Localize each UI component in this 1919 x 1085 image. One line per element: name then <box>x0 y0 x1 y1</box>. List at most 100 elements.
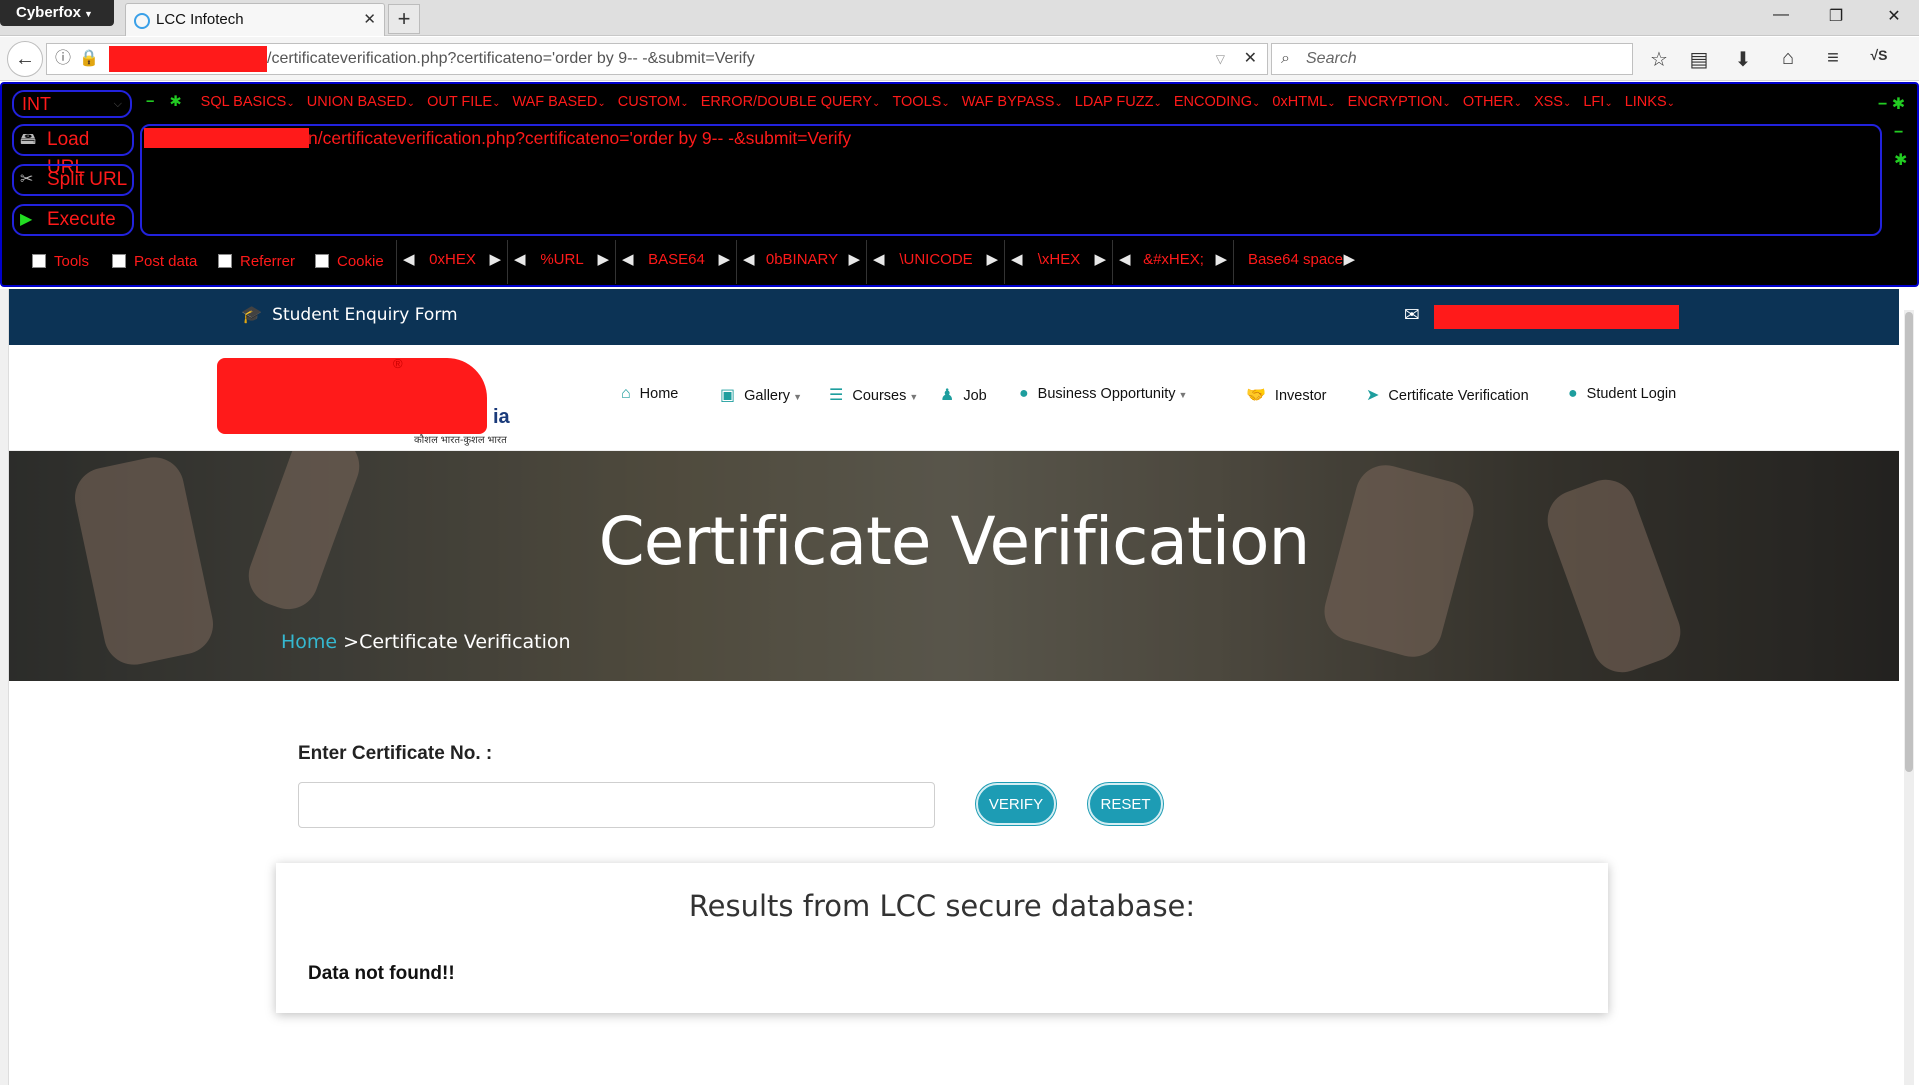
bookmark-star-icon[interactable]: ☆ <box>1644 47 1674 72</box>
stop-icon[interactable]: ✕ <box>1244 44 1257 74</box>
hackbar-menu-item[interactable]: ERROR/DOUBLE QUERY <box>701 94 872 110</box>
chevron-down-icon: ⌄ <box>941 98 950 109</box>
browser-tab[interactable]: LCC Infotech ✕ <box>125 3 385 36</box>
info-icon[interactable]: ⓘ <box>55 44 71 74</box>
verify-button[interactable]: VERIFY <box>976 783 1056 825</box>
site-header: ® ia कौशल भारत-कुशल भारत ⌂ Home ▣ Gallery ▼… <box>9 345 1899 451</box>
page-title: Certificate Verification <box>598 503 1311 580</box>
breadcrumb-home[interactable]: Home <box>281 631 337 653</box>
option-cookie[interactable]: Cookie <box>315 253 384 270</box>
encode-arrow-icon[interactable]: ▶ <box>848 240 860 280</box>
int-select[interactable]: INT ⌵ <box>12 90 132 118</box>
split-icon: ✂ <box>20 171 34 188</box>
nav-label: Job <box>963 388 987 404</box>
hackbar-side-minus-icon[interactable]: − <box>1894 124 1903 142</box>
checkbox[interactable] <box>112 254 126 268</box>
load-icon: 🖴 <box>20 131 37 148</box>
chevron-down-icon: ⌄ <box>1153 98 1162 109</box>
handshake-icon: 🤝 <box>1246 387 1266 404</box>
restore-icon[interactable]: ❐ <box>1816 6 1856 26</box>
top-strip: 🎓 Student Enquiry Form ✉ <box>9 289 1899 345</box>
encode-arrow-icon[interactable]: ▶ <box>1343 240 1355 280</box>
script-toggle-icon[interactable]: √S <box>1864 47 1894 63</box>
option-referrer[interactable]: Referrer <box>218 253 295 270</box>
collapse-icon[interactable]: − <box>146 94 154 110</box>
nav-business-opportunity[interactable]: ● Business Opportunity ▼ <box>1019 385 1187 403</box>
option-post-data[interactable]: Post data <box>112 253 197 270</box>
registered-mark: ® <box>393 356 403 371</box>
nav-job[interactable]: ♟ Job <box>940 385 987 405</box>
load-url-button[interactable]: 🖴 Load URL <box>12 124 134 178</box>
nav-home[interactable]: ⌂ Home <box>621 385 678 403</box>
new-tab-button[interactable]: + <box>388 4 420 34</box>
chevron-down-icon: ⌄ <box>872 98 881 109</box>
menu-icon[interactable]: ≡ <box>1818 47 1848 70</box>
enquiry-link[interactable]: 🎓 Student Enquiry Form <box>241 305 458 325</box>
nav-gallery[interactable]: ▣ Gallery ▼ <box>720 385 802 405</box>
download-icon[interactable]: ⬇ <box>1728 47 1758 72</box>
nav-label: Business Opportunity <box>1037 386 1176 402</box>
url-dropdown-icon[interactable]: ▽ <box>1216 44 1225 74</box>
hackbar-menu-item[interactable]: XSS <box>1534 94 1563 110</box>
hackbar-menu-item[interactable]: TOOLS <box>892 94 941 110</box>
expand-icon[interactable]: ✱ <box>169 94 181 110</box>
hackbar-menu-item[interactable]: LDAP FUZZ <box>1075 94 1154 110</box>
checkbox[interactable] <box>32 254 46 268</box>
search-input[interactable]: ⌕ Search <box>1271 43 1633 75</box>
scrollbar[interactable] <box>1904 310 1914 1085</box>
encoder-group: ◀ %URL ▶ <box>507 240 615 284</box>
hackbar-menu-item[interactable]: 0xHTML <box>1272 94 1327 110</box>
home-icon[interactable]: ⌂ <box>1773 47 1803 70</box>
split-url-button[interactable]: ✂ Split URL <box>12 164 134 196</box>
nav-certificate-verification[interactable]: ➤ Certificate Verification <box>1366 385 1529 405</box>
logo[interactable]: ® ia कौशल भारत-कुशल भारत <box>217 356 517 446</box>
caret-down-icon: ▼ <box>909 392 919 402</box>
back-icon[interactable]: ← <box>7 41 43 77</box>
chevron-down-icon: ⌄ <box>1666 98 1676 109</box>
breadcrumb-separator: > <box>337 631 360 653</box>
url-bar[interactable]: ⓘ 🔒 /certificateverification.php?certifi… <box>46 43 1268 75</box>
hackbar-menu-item[interactable]: WAF BASED <box>512 94 597 110</box>
reset-button[interactable]: RESET <box>1088 783 1163 825</box>
hackbar-menu-item[interactable]: ENCODING <box>1174 94 1252 110</box>
scrollbar-thumb[interactable] <box>1905 312 1913 772</box>
enquiry-label: Student Enquiry Form <box>272 305 458 325</box>
hackbar-collapse-right-icon[interactable]: − ✱ <box>1878 94 1905 114</box>
app-name: Cyberfox <box>16 4 82 21</box>
hero-banner: Certificate Verification Home >Certifica… <box>9 451 1899 681</box>
hackbar-menu-item[interactable]: SQL BASICS <box>201 94 287 110</box>
lock-icon: 🔒 <box>79 50 99 67</box>
nav-student-login[interactable]: ● Student Login <box>1568 385 1676 403</box>
reading-list-icon[interactable]: ▤ <box>1684 47 1714 72</box>
checkbox[interactable] <box>315 254 329 268</box>
certificate-input[interactable] <box>298 782 935 828</box>
left-edge <box>0 289 9 1085</box>
encode-arrow-icon[interactable]: ▶ <box>1215 240 1227 280</box>
execute-button[interactable]: ▶ Execute <box>12 204 134 236</box>
encoder-group: ◀ \xHEX ▶ <box>1004 240 1112 284</box>
hackbar-url-textarea[interactable]: n/certificateverification.php?certificat… <box>140 124 1882 236</box>
option-tools[interactable]: Tools <box>32 253 89 270</box>
encode-arrow-icon[interactable]: ▶ <box>489 240 501 280</box>
encode-arrow-icon[interactable]: ▶ <box>986 240 998 280</box>
hackbar-side-plus-icon[interactable]: ✱ <box>1894 150 1907 170</box>
nav-label: Gallery <box>744 388 791 404</box>
encode-arrow-icon[interactable]: ▶ <box>597 240 609 280</box>
hackbar-menu-item[interactable]: LINKS <box>1625 94 1667 110</box>
hackbar-menu-item[interactable]: UNION BASED <box>307 94 407 110</box>
hackbar-menu-item[interactable]: OUT FILE <box>427 94 492 110</box>
hackbar-menu-item[interactable]: OTHER <box>1463 94 1514 110</box>
encode-arrow-icon[interactable]: ▶ <box>1094 240 1106 280</box>
nav-courses[interactable]: ☰ Courses ▼ <box>829 385 918 405</box>
hackbar-menu-item[interactable]: WAF BYPASS <box>962 94 1055 110</box>
close-tab-icon[interactable]: ✕ <box>363 4 376 36</box>
hackbar-menu-item[interactable]: CUSTOM <box>618 94 681 110</box>
checkbox[interactable] <box>218 254 232 268</box>
close-window-icon[interactable]: ✕ <box>1874 6 1914 26</box>
minimize-icon[interactable]: — <box>1761 6 1801 24</box>
app-menu-button[interactable]: Cyberfox ▼ <box>0 0 114 26</box>
hackbar-menu-item[interactable]: ENCRYPTION <box>1348 94 1443 110</box>
encode-arrow-icon[interactable]: ▶ <box>718 240 730 280</box>
hackbar-menu-item[interactable]: LFI <box>1583 94 1604 110</box>
nav-investor[interactable]: 🤝 Investor <box>1246 385 1327 405</box>
